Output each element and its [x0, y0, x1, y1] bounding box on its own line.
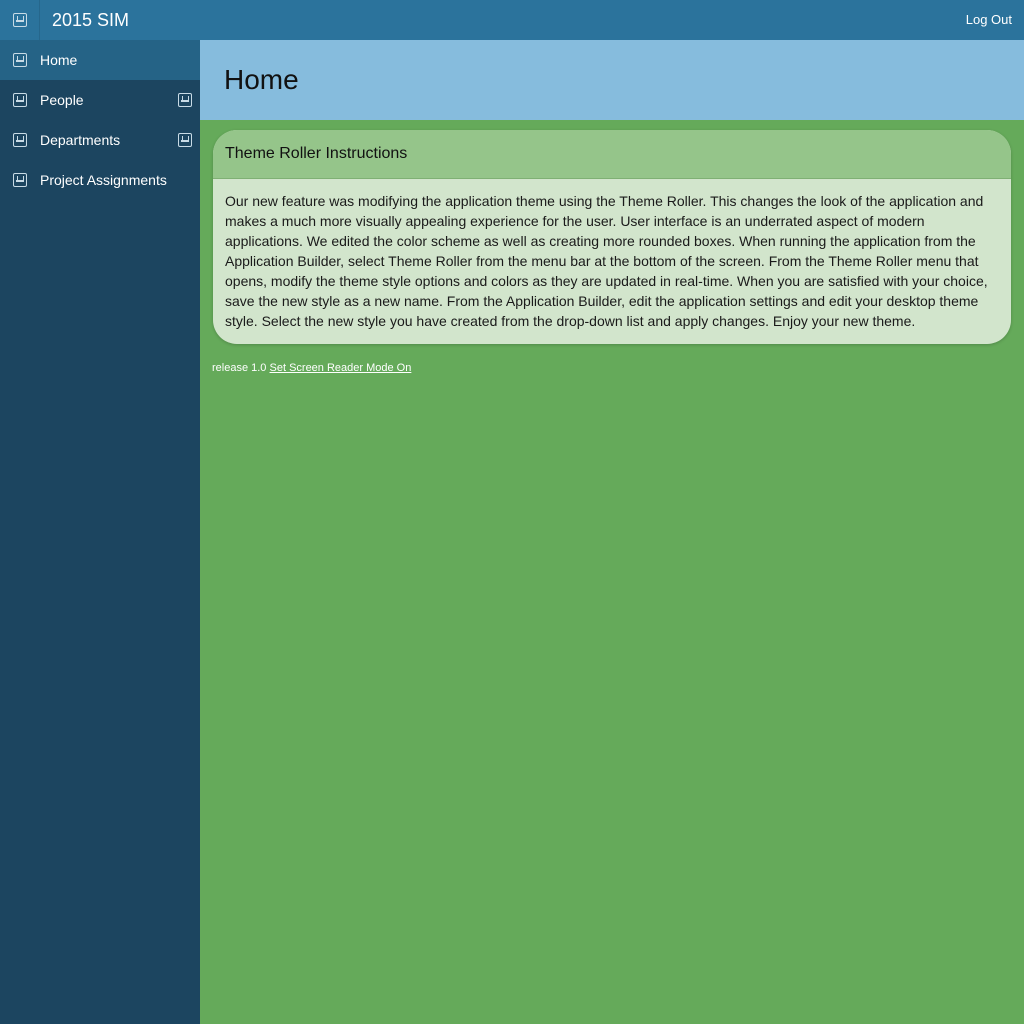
- sidebar-item-people[interactable]: People: [0, 80, 200, 120]
- expand-icon: [178, 93, 192, 107]
- top-navigation-bar: 2015 SIM Log Out: [0, 0, 1024, 40]
- release-label: release 1.0: [212, 362, 267, 374]
- menu-toggle-button[interactable]: [0, 0, 40, 40]
- sidebar-item-label: Departments: [40, 132, 121, 148]
- screen-reader-mode-link[interactable]: Set Screen Reader Mode On: [270, 362, 412, 374]
- project-assignments-icon: [13, 173, 27, 187]
- home-icon: [13, 53, 27, 67]
- expand-people-button[interactable]: [177, 92, 193, 108]
- expand-icon: [178, 133, 192, 147]
- logout-link[interactable]: Log Out: [966, 0, 1012, 40]
- menu-toggle-icon: [12, 13, 27, 27]
- people-icon: [13, 93, 27, 107]
- sidebar-item-departments[interactable]: Departments: [0, 120, 200, 160]
- region-title: Theme Roller Instructions: [225, 145, 408, 162]
- sidebar: Home People Departments Project Assignme…: [0, 40, 200, 1024]
- sidebar-item-label: Project Assignments: [40, 172, 167, 188]
- footer: release 1.0 Set Screen Reader Mode On: [212, 362, 411, 374]
- page-title-bar: Home: [200, 40, 1024, 120]
- region-header: Theme Roller Instructions: [213, 130, 1011, 179]
- theme-roller-instructions-region: Theme Roller Instructions Our new featur…: [213, 130, 1011, 344]
- app-title[interactable]: 2015 SIM: [40, 10, 129, 31]
- region-body-text: Our new feature was modifying the applic…: [225, 193, 988, 329]
- sidebar-item-label: People: [40, 92, 84, 108]
- sidebar-item-home[interactable]: Home: [0, 40, 200, 80]
- sidebar-item-label: Home: [40, 52, 78, 68]
- main-content: Home Theme Roller Instructions Our new f…: [200, 40, 1024, 1024]
- departments-icon: [13, 133, 27, 147]
- sidebar-item-project-assignments[interactable]: Project Assignments: [0, 160, 200, 200]
- expand-departments-button[interactable]: [177, 132, 193, 148]
- page-title: Home: [224, 64, 299, 95]
